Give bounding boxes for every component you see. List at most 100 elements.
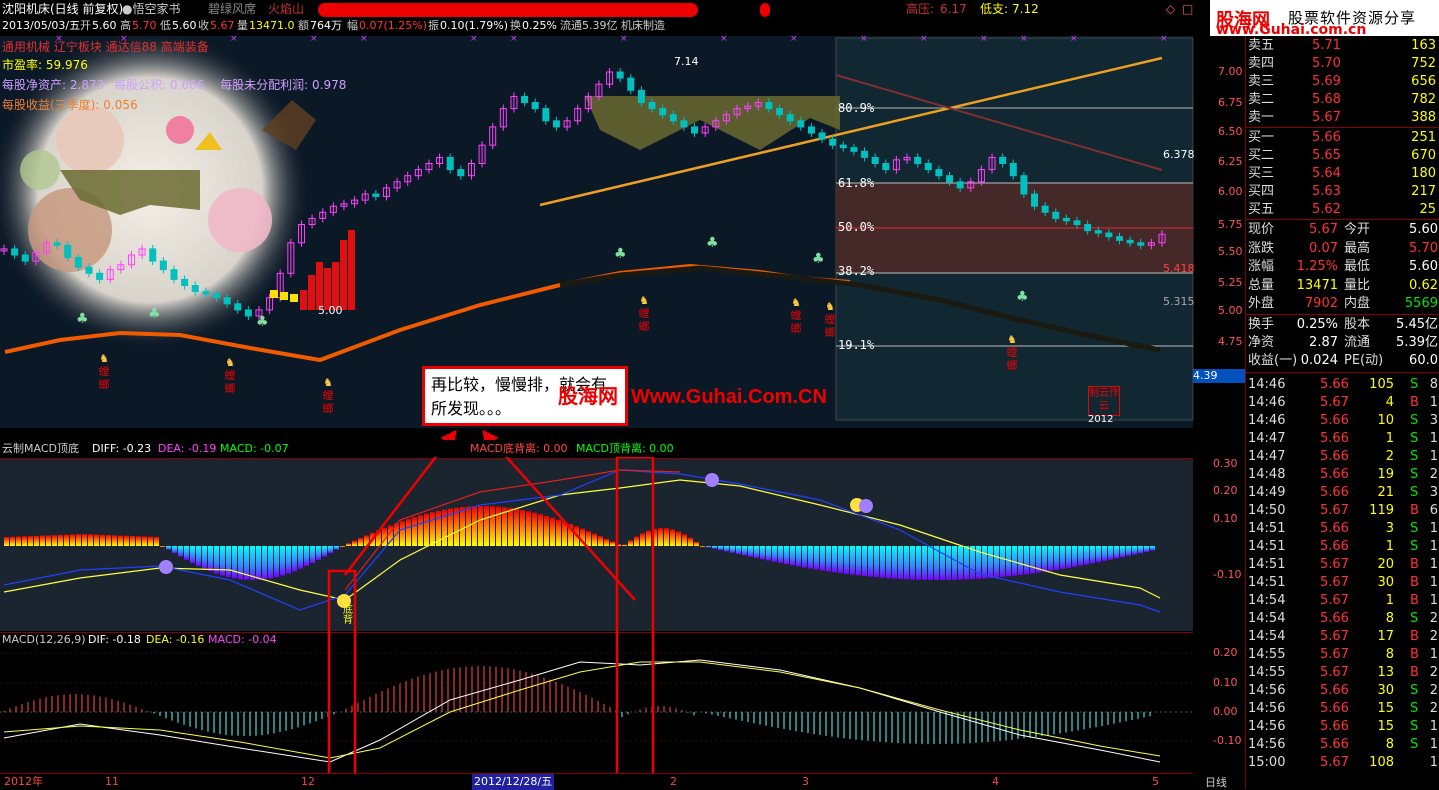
candle [521,95,529,104]
macd-hist-up [430,512,435,546]
undistributed-label: 每股未分配利润: [220,78,309,92]
tick-volume: 1 [1385,592,1394,608]
macd-hist-down [1042,546,1047,572]
ask-label: 卖三 [1248,74,1275,89]
current-price-tag: 4.39 [1193,369,1245,383]
tick-price: 5.67 [1320,646,1349,662]
period-label[interactable]: 日线 [1205,774,1227,790]
tick-price: 5.66 [1320,430,1349,446]
eps-value: 0.056 [103,98,138,112]
tick-volume: 8 [1385,736,1394,752]
macd-bottom-divergence: MACD底背离: 0.00 [470,442,568,455]
macd-hist-up [700,546,705,547]
face-icon [705,473,719,487]
tick-volume: 119 [1369,502,1394,518]
macd-hist-up [58,534,63,546]
macd-hist-down [1126,546,1131,556]
macd-bottom-title[interactable]: MACD(12,26,9) [2,632,86,648]
candle [680,120,688,128]
ask-price: 5.69 [1312,74,1341,89]
price-y-tick: 5.75 [1218,218,1243,231]
fib-label-38: 38.2% [838,264,875,278]
macd-hist-down [262,546,267,580]
quote-row: 外盘 7902 内盘 5569 [1246,294,1439,313]
macd-hist-down [184,546,189,560]
macd-bottom-y-tick: 0.00 [1213,705,1238,718]
quote-label: 现价 [1248,222,1275,237]
macd-hist-up [490,506,495,546]
x-label: 4 [992,775,999,788]
macd-hist-up [358,537,363,546]
macd-hist-down [820,546,825,571]
quote-row: 涨幅 1.25% 最低 5.60 [1246,257,1439,276]
macd-hist-down [238,546,243,580]
quote-label: 量比 [1344,277,1371,293]
eps-row: 每股收益(三季度): 0.056 [2,96,138,113]
mantis-label: 螳螂 [638,307,650,333]
tick-direction: B [1410,574,1419,590]
tick-row: 14:51 5.67 20 B 1 [1246,555,1439,574]
macd-hist-up [94,534,99,546]
quote-row: 总量 13471 量比 0.62 [1246,276,1439,295]
tick-volume: 4 [1385,394,1394,410]
x-label: 3 [802,775,809,788]
price-y-tick: 7.00 [1218,65,1243,78]
macd-top-y-tick: 0.20 [1213,484,1238,497]
macd-hist-up [592,533,597,546]
top-marker: × [1020,34,1028,44]
candle [659,108,667,116]
ask-label: 卖五 [1248,38,1275,53]
top-marker: × [230,34,238,44]
top-marker: × [1160,34,1168,44]
macd-bottom-y-tick: -0.10 [1213,734,1242,747]
tick-row: 14:48 5.66 19 S 2 [1246,465,1439,484]
price-y-tick: 4.75 [1218,335,1243,348]
macd-hist-up [526,511,531,546]
tick-count: 2 [1429,628,1438,644]
mantis-label: 螳螂 [824,313,836,339]
red-bar [340,240,347,310]
quote-value: 5.67 [1309,222,1338,237]
mantis-label: 螳螂 [224,369,236,395]
candle [149,248,157,262]
tick-direction: S [1410,484,1419,500]
price-y-tick: 6.25 [1218,155,1243,168]
price-y-tick: 6.00 [1218,185,1243,198]
macd-hist-down [724,546,729,552]
macd-hist-up [88,534,93,546]
x-cursor-label: 2012/12/28/五 [472,774,555,790]
macd-hist-up [106,535,111,546]
macd-hist-up [76,534,81,546]
tick-time: 14:47 [1248,430,1286,446]
tick-row: 14:49 5.66 21 S 3 [1246,483,1439,502]
macd-top-label: 云制MACD顶底 DIFF: -0.23 DEA: -0.19 MACD: -0… [0,440,1193,457]
macd-hist-down [994,546,999,578]
bid-row: 买五 5.62 25 [1246,200,1439,219]
macd-hist-down [1114,546,1119,559]
yellow-bar [270,290,278,298]
macd-bottom-label: MACD(12,26,9) DIF: -0.18 DEA: -0.16 MACD… [0,632,600,648]
tick-time: 14:56 [1248,682,1286,698]
tree-icon: ♣ [812,251,825,267]
macd-hist-up [640,533,645,546]
ask-volume: 656 [1411,74,1436,89]
macd-top-title[interactable]: 云制MACD顶底 [2,440,79,457]
macd-hist-down [964,546,969,580]
tick-direction: S [1410,610,1419,626]
macd-hist-down [874,546,879,578]
macd-top-y-tick: 0.30 [1213,457,1238,470]
macd-hist-down [1096,546,1101,563]
macd-hist-down [844,546,849,574]
macd-hist-down [1120,546,1125,558]
tick-row: 14:47 5.66 1 S 1 [1246,429,1439,448]
macd-hist-down [760,546,765,560]
price-y-tick: 6.75 [1218,96,1243,109]
quote-label: 收益(一) [1248,352,1298,368]
top-marker: × [790,34,798,44]
candle [1052,211,1060,219]
macd-bottom-y-tick: 0.20 [1213,646,1238,659]
macd-hist-up [70,534,75,546]
yellow-bar [280,292,288,300]
macd-hist-down [856,546,861,576]
tick-price: 5.67 [1320,574,1349,590]
